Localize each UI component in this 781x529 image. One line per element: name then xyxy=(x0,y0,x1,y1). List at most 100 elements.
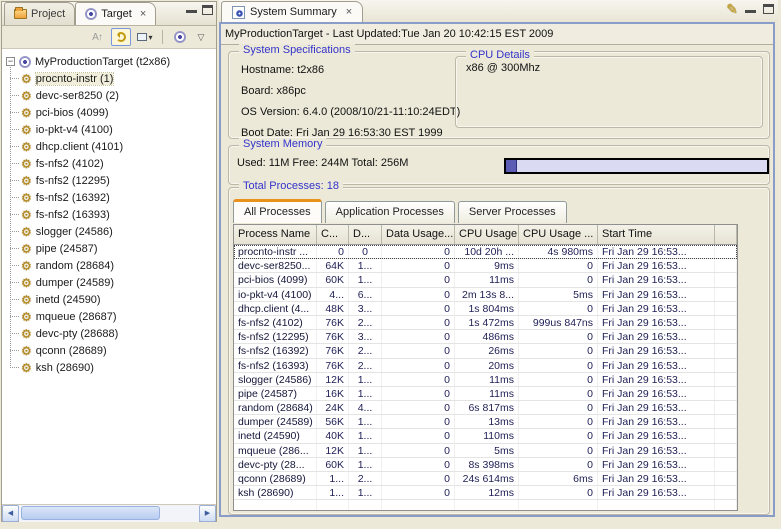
minimize-icon[interactable] xyxy=(745,5,756,13)
table-row-fs-nfs2[interactable]: fs-nfs2 (16393)76K2...020ms0Fri Jan 29 1… xyxy=(234,359,737,373)
column-header-d---[interactable]: D... xyxy=(349,225,382,244)
table-row-dumper[interactable]: dumper (24589)56K1...013ms0Fri Jan 29 16… xyxy=(234,415,737,429)
tab-application-processes[interactable]: Application Processes xyxy=(325,201,455,223)
column-header-data-usage---[interactable]: Data Usage... xyxy=(382,225,455,244)
table-row-mqueue[interactable]: mqueue (286...12K1...05ms0Fri Jan 29 16:… xyxy=(234,444,737,458)
table-row-io-pkt-v4[interactable]: io-pkt-v4 (4100)4...6...02m 13s 8...5msF… xyxy=(234,288,737,302)
tree-item-fs-nfs2[interactable]: ⚙fs-nfs2 (4102) xyxy=(2,155,216,172)
column-header-c---[interactable]: C... xyxy=(317,225,349,244)
process-value-cell: 0 xyxy=(382,288,455,301)
process-value-cell: 0 xyxy=(382,472,455,485)
scrollbar-thumb[interactable] xyxy=(21,506,160,520)
tree-item-random[interactable]: ⚙random (28684) xyxy=(2,257,216,274)
tree-item-devc-ser8250[interactable]: ⚙devc-ser8250 (2) xyxy=(2,87,216,104)
view-menu-icon[interactable]: ▽ xyxy=(194,28,208,46)
tree-item-ksh[interactable]: ⚙ksh (28690) xyxy=(2,359,216,376)
table-row-pci-bios[interactable]: pci-bios (4099)60K1...011ms0Fri Jan 29 1… xyxy=(234,273,737,287)
process-value-cell xyxy=(715,302,737,315)
table-row-fs-nfs2[interactable]: fs-nfs2 (4102)76K2...01s 472ms999us 847n… xyxy=(234,316,737,330)
process-value-cell: Fri Jan 29 16:53... xyxy=(598,472,715,485)
tree-item-fs-nfs2[interactable]: ⚙fs-nfs2 (16392) xyxy=(2,189,216,206)
tree-item-mqueue[interactable]: ⚙mqueue (28687) xyxy=(2,308,216,325)
process-value-cell: 11ms xyxy=(455,273,519,286)
tree-item-slogger[interactable]: ⚙slogger (24586) xyxy=(2,223,216,240)
table-row-fs-nfs2[interactable]: fs-nfs2 (12295)76K3...0486ms0Fri Jan 29 … xyxy=(234,330,737,344)
table-row-inetd[interactable]: inetd (24590)40K1...0110ms0Fri Jan 29 16… xyxy=(234,429,737,443)
process-tab-row: All Processes Application Processes Serv… xyxy=(233,197,570,223)
process-value-cell xyxy=(715,344,737,357)
tree-item-dhcp.client[interactable]: ⚙dhcp.client (4101) xyxy=(2,138,216,155)
new-target-icon[interactable] xyxy=(170,28,190,46)
tree-item-procnto-instr[interactable]: ⚙procnto-instr (1) xyxy=(2,70,216,87)
table-row-fs-nfs2[interactable]: fs-nfs2 (16392)76K2...026ms0Fri Jan 29 1… xyxy=(234,344,737,358)
process-value-cell: 0 xyxy=(317,245,349,258)
table-row-devc-ser8250[interactable]: devc-ser8250...64K1...09ms0Fri Jan 29 16… xyxy=(234,259,737,273)
table-row-devc-pty[interactable]: devc-pty (28...60K1...08s 398ms0Fri Jan … xyxy=(234,458,737,472)
empty-cell xyxy=(715,500,737,511)
tab-target[interactable]: Target × xyxy=(75,2,156,25)
table-row-procnto-instr[interactable]: procnto-instr ...00010d 20h ...4s 980msF… xyxy=(234,245,737,259)
table-row-pipe[interactable]: pipe (24587)16K1...011ms0Fri Jan 29 16:5… xyxy=(234,387,737,401)
scroll-left-arrow-icon[interactable]: ◀ xyxy=(2,505,19,522)
process-value-cell: 4s 980ms xyxy=(519,245,598,258)
table-row-ksh[interactable]: ksh (28690)1...1...012ms0Fri Jan 29 16:5… xyxy=(234,486,737,500)
horizontal-scrollbar[interactable]: ◀ ▶ xyxy=(2,504,216,521)
tree-item-inetd[interactable]: ⚙inetd (24590) xyxy=(2,291,216,308)
gear-icon: ⚙ xyxy=(21,311,32,323)
table-row-slogger[interactable]: slogger (24586)12K1...011ms0Fri Jan 29 1… xyxy=(234,373,737,387)
process-name-cell: procnto-instr ... xyxy=(234,245,317,258)
close-icon[interactable]: × xyxy=(346,7,352,17)
tree-item-fs-nfs2[interactable]: ⚙fs-nfs2 (12295) xyxy=(2,172,216,189)
table-row-dhcpclient[interactable]: dhcp.client (4...48K3...01s 804ms0Fri Ja… xyxy=(234,302,737,316)
table-row-qconn[interactable]: qconn (28689)1...2...024s 614ms6msFri Ja… xyxy=(234,472,737,486)
tree-item-pipe[interactable]: ⚙pipe (24587) xyxy=(2,240,216,257)
system-specifications-title: System Specifications xyxy=(239,44,355,56)
tree-item-dumper[interactable]: ⚙dumper (24589) xyxy=(2,274,216,291)
column-header-cpu-usage[interactable]: CPU Usage xyxy=(455,225,519,244)
process-value-cell: Fri Jan 29 16:53... xyxy=(598,429,715,442)
column-header-process-name[interactable]: Process Name xyxy=(234,225,317,244)
process-value-cell: Fri Jan 29 16:53... xyxy=(598,458,715,471)
maximize-icon[interactable] xyxy=(763,4,774,14)
process-value-cell: 0 xyxy=(382,429,455,442)
process-value-cell: 0 xyxy=(519,359,598,372)
process-value-cell: 4... xyxy=(317,288,349,301)
maximize-icon[interactable] xyxy=(202,5,213,15)
refresh-icon[interactable] xyxy=(111,28,131,46)
gear-icon: ⚙ xyxy=(21,107,32,119)
process-value-cell: 1... xyxy=(349,415,382,428)
process-name-cell: inetd (24590) xyxy=(234,429,317,442)
tab-project[interactable]: Project xyxy=(4,2,75,25)
target-tree: − MyProductionTarget (t2x86) ⚙procnto-in… xyxy=(2,49,216,504)
process-value-cell: Fri Jan 29 16:53... xyxy=(598,373,715,386)
tree-item-io-pkt-v4[interactable]: ⚙io-pkt-v4 (4100) xyxy=(2,121,216,138)
tab-all-processes[interactable]: All Processes xyxy=(233,199,322,223)
tab-system-summary[interactable]: System Summary × xyxy=(221,1,363,22)
process-value-cell: 9ms xyxy=(455,259,519,272)
gear-icon: ⚙ xyxy=(21,158,32,170)
tree-item-pci-bios[interactable]: ⚙pci-bios (4099) xyxy=(2,104,216,121)
process-value-cell: 0 xyxy=(382,486,455,499)
tree-root-myproductiontarget[interactable]: − MyProductionTarget (t2x86) xyxy=(2,53,216,70)
tree-item-label: fs-nfs2 (12295) xyxy=(36,175,110,187)
tree-item-devc-pty[interactable]: ⚙devc-pty (28688) xyxy=(2,325,216,342)
minimize-icon[interactable] xyxy=(186,5,197,13)
tab-server-processes[interactable]: Server Processes xyxy=(458,201,567,223)
table-row-random[interactable]: random (28684)24K4...06s 817ms0Fri Jan 2… xyxy=(234,401,737,415)
scroll-right-arrow-icon[interactable]: ▶ xyxy=(199,505,216,522)
gear-icon: ⚙ xyxy=(21,226,32,238)
memory-usage-bar xyxy=(504,158,769,174)
process-value-cell xyxy=(715,458,737,471)
process-value-cell: Fri Jan 29 16:53... xyxy=(598,259,715,272)
process-value-cell: 2... xyxy=(349,316,382,329)
show-in-icon[interactable]: ▾ xyxy=(135,28,155,46)
sort-icon[interactable]: A↑ xyxy=(87,28,107,46)
process-value-cell: 0 xyxy=(382,401,455,414)
tree-item-fs-nfs2[interactable]: ⚙fs-nfs2 (16393) xyxy=(2,206,216,223)
column-header-cpu-usage----[interactable]: CPU Usage ... xyxy=(519,225,598,244)
tree-item-qconn[interactable]: ⚙qconn (28689) xyxy=(2,342,216,359)
close-icon[interactable]: × xyxy=(140,9,146,19)
column-header-start-time[interactable]: Start Time xyxy=(598,225,715,244)
pencil-icon[interactable]: ✎ xyxy=(726,2,738,16)
scrollbar-track[interactable] xyxy=(19,505,199,522)
